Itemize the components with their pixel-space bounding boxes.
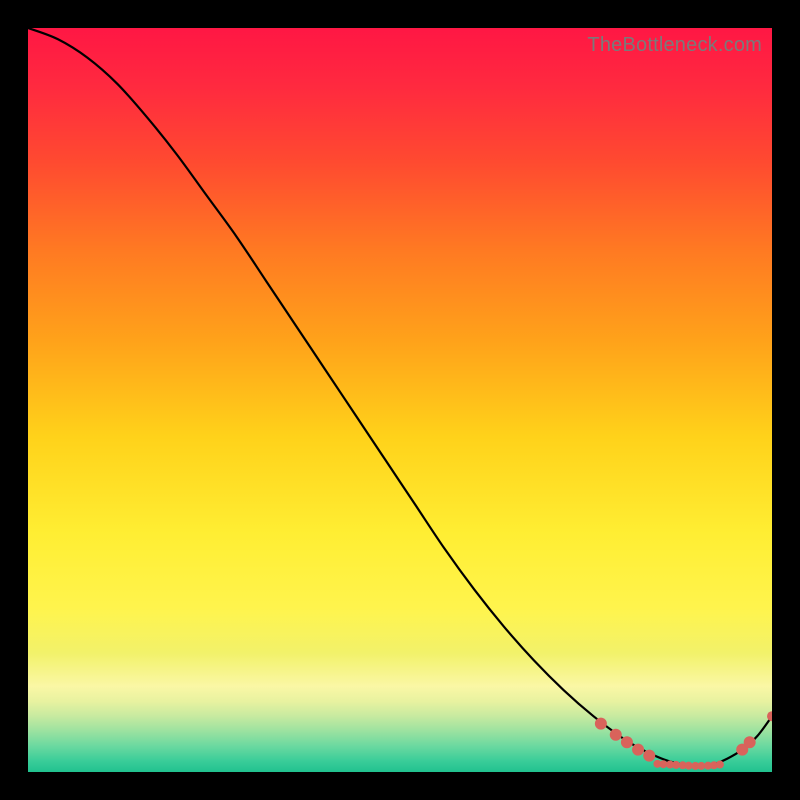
chart-plot-area: TheBottleneck.com	[28, 28, 772, 772]
data-marker	[643, 750, 655, 762]
data-marker	[595, 718, 607, 730]
data-marker	[621, 736, 633, 748]
chart-frame: TheBottleneck.com	[0, 0, 800, 800]
data-marker	[716, 761, 724, 769]
data-marker	[632, 744, 644, 756]
watermark-text: TheBottleneck.com	[587, 34, 762, 57]
data-marker	[744, 736, 756, 748]
data-marker	[610, 729, 622, 741]
chart-background	[28, 28, 772, 772]
chart-svg	[28, 28, 772, 772]
